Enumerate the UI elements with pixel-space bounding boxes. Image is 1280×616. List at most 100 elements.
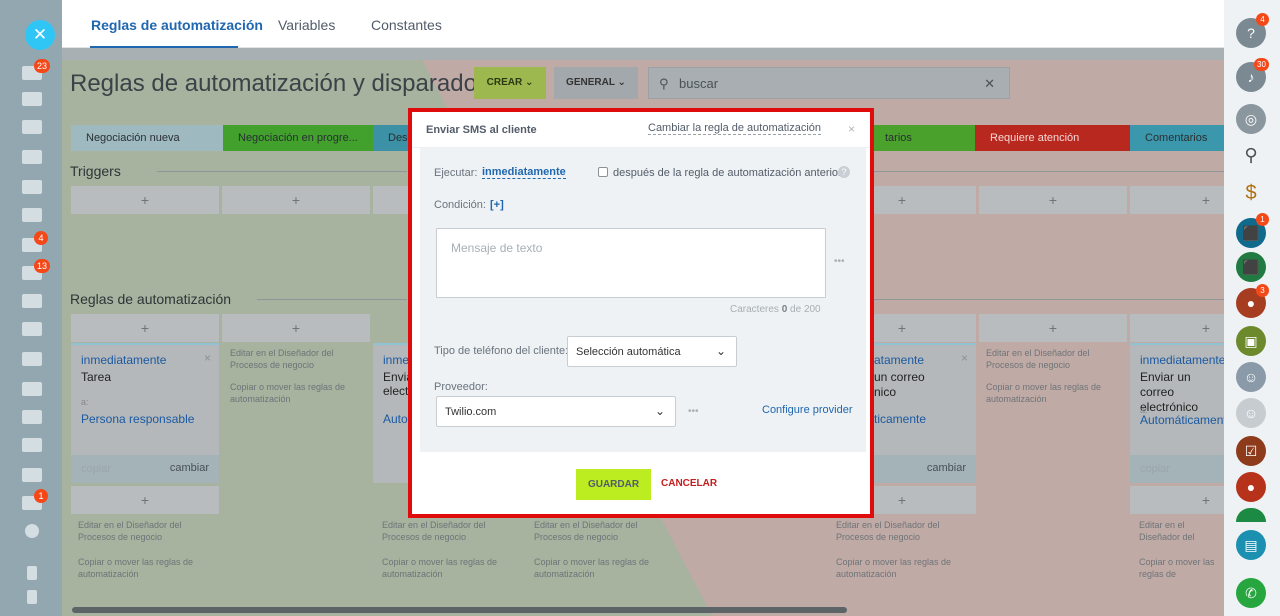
copy-hint[interactable]: Copiar o mover las reglas de automatizac… [986,381,1106,405]
crm-icon[interactable]: ▣ [1236,326,1266,356]
cancel-button[interactable]: CANCELAR [661,478,717,489]
gear-icon[interactable] [27,590,37,604]
calendar-icon[interactable] [22,294,42,308]
search-icon[interactable]: ⚲ [1236,140,1266,170]
card-when[interactable]: inmediatamente [1140,353,1224,367]
add-rule-button[interactable]: + [71,314,219,342]
phone-type-select[interactable]: Selección automática ⌄ [567,336,737,367]
copy-hint[interactable]: Copiar o mover las reglas de automatizac… [230,381,350,405]
more-icon[interactable]: ••• [834,256,845,267]
card-close-icon[interactable]: × [204,351,211,365]
add-rule-button[interactable]: + [979,314,1127,342]
close-icon[interactable]: × [848,122,855,136]
card-when[interactable]: inmediatamente [81,353,166,367]
add-trigger-button[interactable]: + [222,186,370,214]
clear-search-icon[interactable]: ✕ [984,76,995,92]
search-input[interactable]: ⚲ buscar ✕ [648,67,1010,99]
card-action-2: nico [874,385,897,399]
copy-hint[interactable]: Copiar o mover las reglas de automatizac… [534,556,664,580]
divider [257,299,407,300]
add-condition-link[interactable]: [+] [490,199,504,211]
copy-link[interactable]: copiar [1140,463,1170,475]
chevron-down-icon: ⌄ [654,404,665,418]
chat-icon[interactable]: ◎ [1236,104,1266,134]
phone-icon[interactable]: ✆ [1236,578,1266,608]
add-rule-button[interactable]: + [1130,314,1224,342]
copy-hint[interactable]: Copiar o mover las reglas de automatizac… [836,556,966,580]
dialog-body: Ejecutar: inmediatamente después de la r… [420,148,866,452]
copy-hint[interactable]: Copiar o mover las reglas de automatizac… [78,556,208,580]
person-icon[interactable]: ● [1236,472,1266,502]
drive-icon[interactable] [22,352,42,366]
add-trigger-button[interactable]: + [979,186,1127,214]
card-close-icon[interactable]: × [961,351,968,365]
lock-open-icon[interactable]: ⬛ [1236,252,1266,282]
more-icon[interactable]: ••• [688,406,699,417]
puzzle-icon[interactable] [22,180,42,194]
inbox-icon[interactable] [22,120,42,134]
tab-variables[interactable]: Variables [278,17,335,33]
horizontal-scrollbar[interactable] [72,607,847,613]
add-trigger-button[interactable]: + [1130,186,1224,214]
cart-icon[interactable] [22,150,42,164]
edit-hint[interactable]: Editar en el Diseñador del Procesos de n… [382,519,512,543]
close-slider-button[interactable]: ✕ [25,20,55,50]
provider-select[interactable]: Twilio.com ⌄ [436,396,676,427]
rule-card[interactable]: inmediatamente Enviar un correo electrón… [1130,343,1224,483]
after-checkbox[interactable] [598,167,608,177]
add-rule-button[interactable]: + [222,314,370,342]
page-title: Reglas de automatización y disparadores [70,70,511,97]
more-icon[interactable] [25,524,39,538]
mail-icon[interactable] [22,382,42,396]
chevron-down-icon: ⌄ [617,77,626,88]
edit-hint[interactable]: Editar en el Diseñador del Procesos de n… [836,519,966,543]
document-icon[interactable] [22,322,42,336]
edit-hint[interactable]: Editar en el Diseñador del Procesos de n… [986,347,1106,371]
edit-hint[interactable]: Editar en el Diseñador del Procesos de n… [78,519,208,543]
change-link[interactable]: cambiar [170,462,209,474]
change-link[interactable]: cambiar [927,462,966,474]
card-to: ticamente [874,412,927,426]
add-trigger-button[interactable] [373,186,413,214]
add-rule-button[interactable]: + [71,486,219,514]
avatar[interactable]: ☺ [1236,398,1266,428]
edit-hint[interactable]: Editar en el Diseñador del Procesos de n… [1139,519,1219,543]
edit-hint[interactable]: Editar en el Diseñador del Procesos de n… [230,347,350,371]
copy-hint[interactable]: Copiar o mover las reglas de automatizac… [1139,556,1219,580]
group-icon[interactable] [1236,508,1266,522]
add-trigger-button[interactable]: + [71,186,219,214]
target-icon[interactable] [22,92,42,106]
left-sidebar: ✕ 23 4 13 1 [0,0,62,616]
copy-link[interactable]: copiar [81,463,111,475]
hierarchy-icon[interactable] [27,566,37,580]
copy-hint[interactable]: Copiar o mover las reglas de automatizac… [382,556,512,580]
info-icon[interactable]: ? [838,166,850,178]
rule-card[interactable]: inme Envia elect Auto [373,343,413,483]
phone-type-label: Tipo de teléfono del cliente: [434,345,569,357]
calculator-icon[interactable] [22,208,42,222]
execute-value[interactable]: inmediatamente [482,166,566,179]
dollar-icon[interactable]: $ [1236,178,1266,208]
save-button[interactable]: GUARDAR [576,469,651,500]
general-button[interactable]: GENERAL ⌄ [554,67,638,99]
edit-hint[interactable]: Editar en el Diseñador del Procesos de n… [534,519,664,543]
rule-card[interactable]: inmediatamente × Tarea a: Persona respon… [71,343,219,483]
active-tab-indicator [90,46,238,48]
contact-center-icon[interactable] [22,438,42,452]
apps-icon[interactable] [22,468,42,482]
create-button[interactable]: CREAR ⌄ [474,67,546,99]
add-rule-button[interactable]: + [1130,486,1224,514]
message-textarea[interactable]: Mensaje de texto [436,228,826,298]
configure-provider-link[interactable]: Configure provider [762,404,853,416]
users-icon[interactable] [22,410,42,424]
badge: 23 [34,59,51,73]
tab-rules[interactable]: Reglas de automatización [91,17,263,33]
search-placeholder: buscar [679,76,719,91]
provider-label: Proveedor: [434,381,488,393]
tab-constants[interactable]: Constantes [371,17,442,33]
stage-des: Des [373,125,413,151]
file-icon[interactable]: ▤ [1236,530,1266,560]
change-rule-link[interactable]: Cambiar la regla de automatización [648,122,822,135]
task-icon[interactable]: ☑ [1236,436,1266,466]
avatar[interactable]: ☺ [1236,362,1266,392]
